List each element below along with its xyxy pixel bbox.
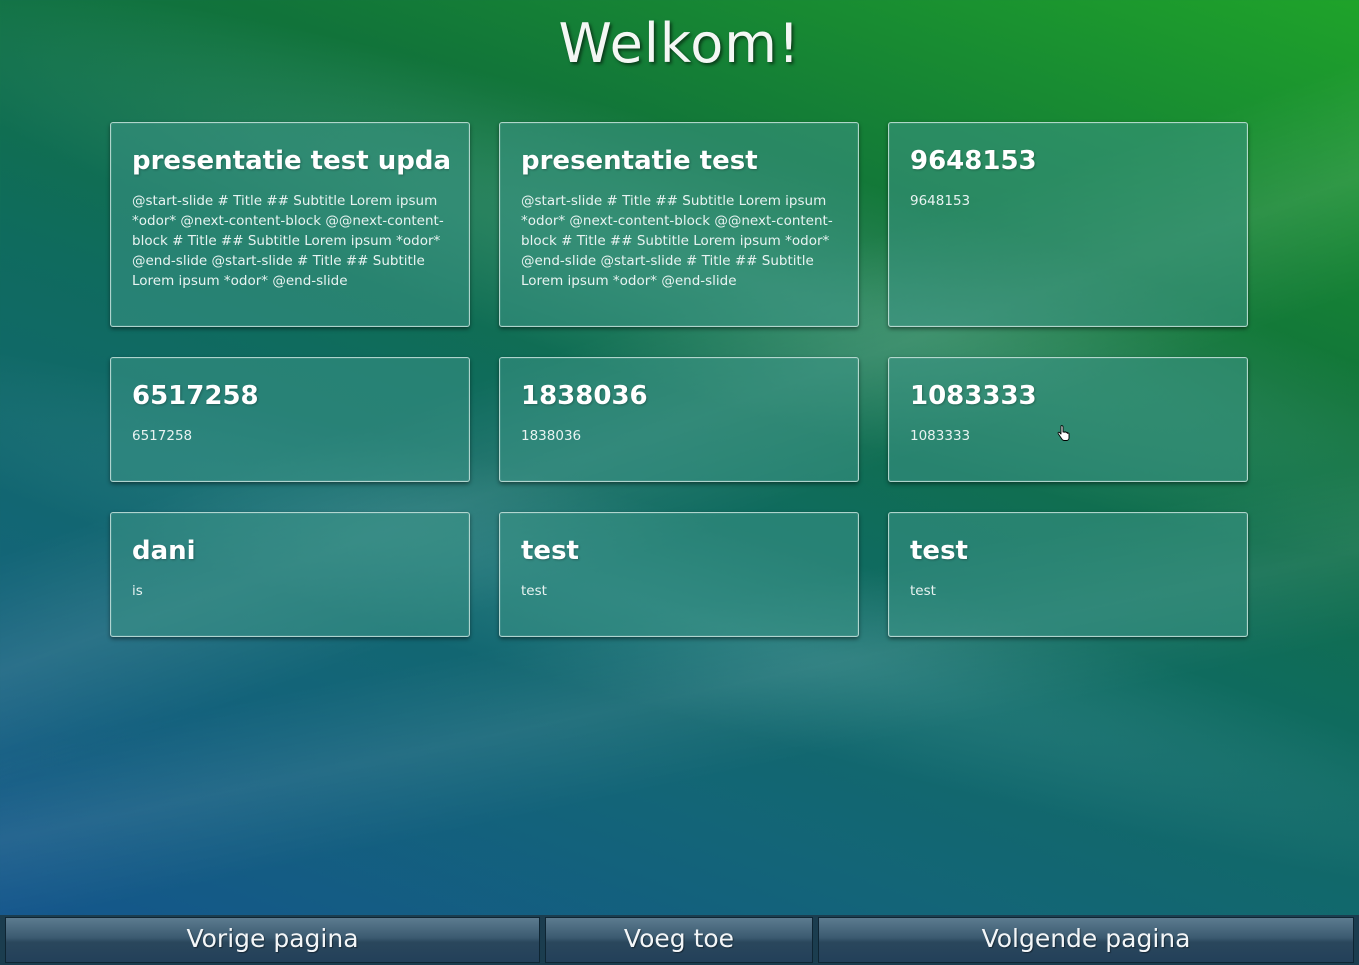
card-title: 6517258 bbox=[132, 381, 259, 411]
card-description: 9648153 bbox=[910, 193, 971, 209]
presentation-card[interactable]: 6517258 6517258 bbox=[110, 357, 470, 482]
card-title: test bbox=[521, 536, 579, 566]
card-description: test bbox=[910, 583, 936, 599]
card-title: presentatie test bbox=[521, 146, 758, 176]
card-description: 1083333 bbox=[910, 428, 971, 444]
presentation-card[interactable]: test test bbox=[888, 512, 1248, 637]
presentation-card[interactable]: 1838036 1838036 bbox=[499, 357, 859, 482]
card-title: 9648153 bbox=[910, 146, 1037, 176]
card-description: 6517258 bbox=[132, 428, 193, 444]
presentation-card[interactable]: dani is bbox=[110, 512, 470, 637]
card-description: is bbox=[132, 583, 143, 599]
card-title: presentatie test upda bbox=[132, 146, 449, 176]
next-page-button[interactable]: Volgende pagina bbox=[818, 917, 1354, 963]
presentation-card[interactable]: 1083333 1083333 bbox=[888, 357, 1248, 482]
card-title: dani bbox=[132, 536, 196, 566]
presentation-card[interactable]: presentatie test upda @start-slide # Tit… bbox=[110, 122, 470, 327]
presentation-card[interactable]: test test bbox=[499, 512, 859, 637]
card-title: 1083333 bbox=[910, 381, 1037, 411]
previous-page-button[interactable]: Vorige pagina bbox=[5, 917, 540, 963]
page-title: Welkom! bbox=[558, 12, 801, 75]
card-title: test bbox=[910, 536, 968, 566]
add-button[interactable]: Voeg toe bbox=[545, 917, 813, 963]
card-description: @start-slide # Title ## Subtitle Lorem i… bbox=[521, 193, 833, 289]
card-description: @start-slide # Title ## Subtitle Lorem i… bbox=[132, 193, 444, 289]
card-title: 1838036 bbox=[521, 381, 648, 411]
card-description: 1838036 bbox=[521, 428, 582, 444]
presentation-card[interactable]: presentatie test @start-slide # Title ##… bbox=[499, 122, 859, 327]
presentation-card[interactable]: 9648153 9648153 bbox=[888, 122, 1248, 327]
card-description: test bbox=[521, 583, 547, 599]
